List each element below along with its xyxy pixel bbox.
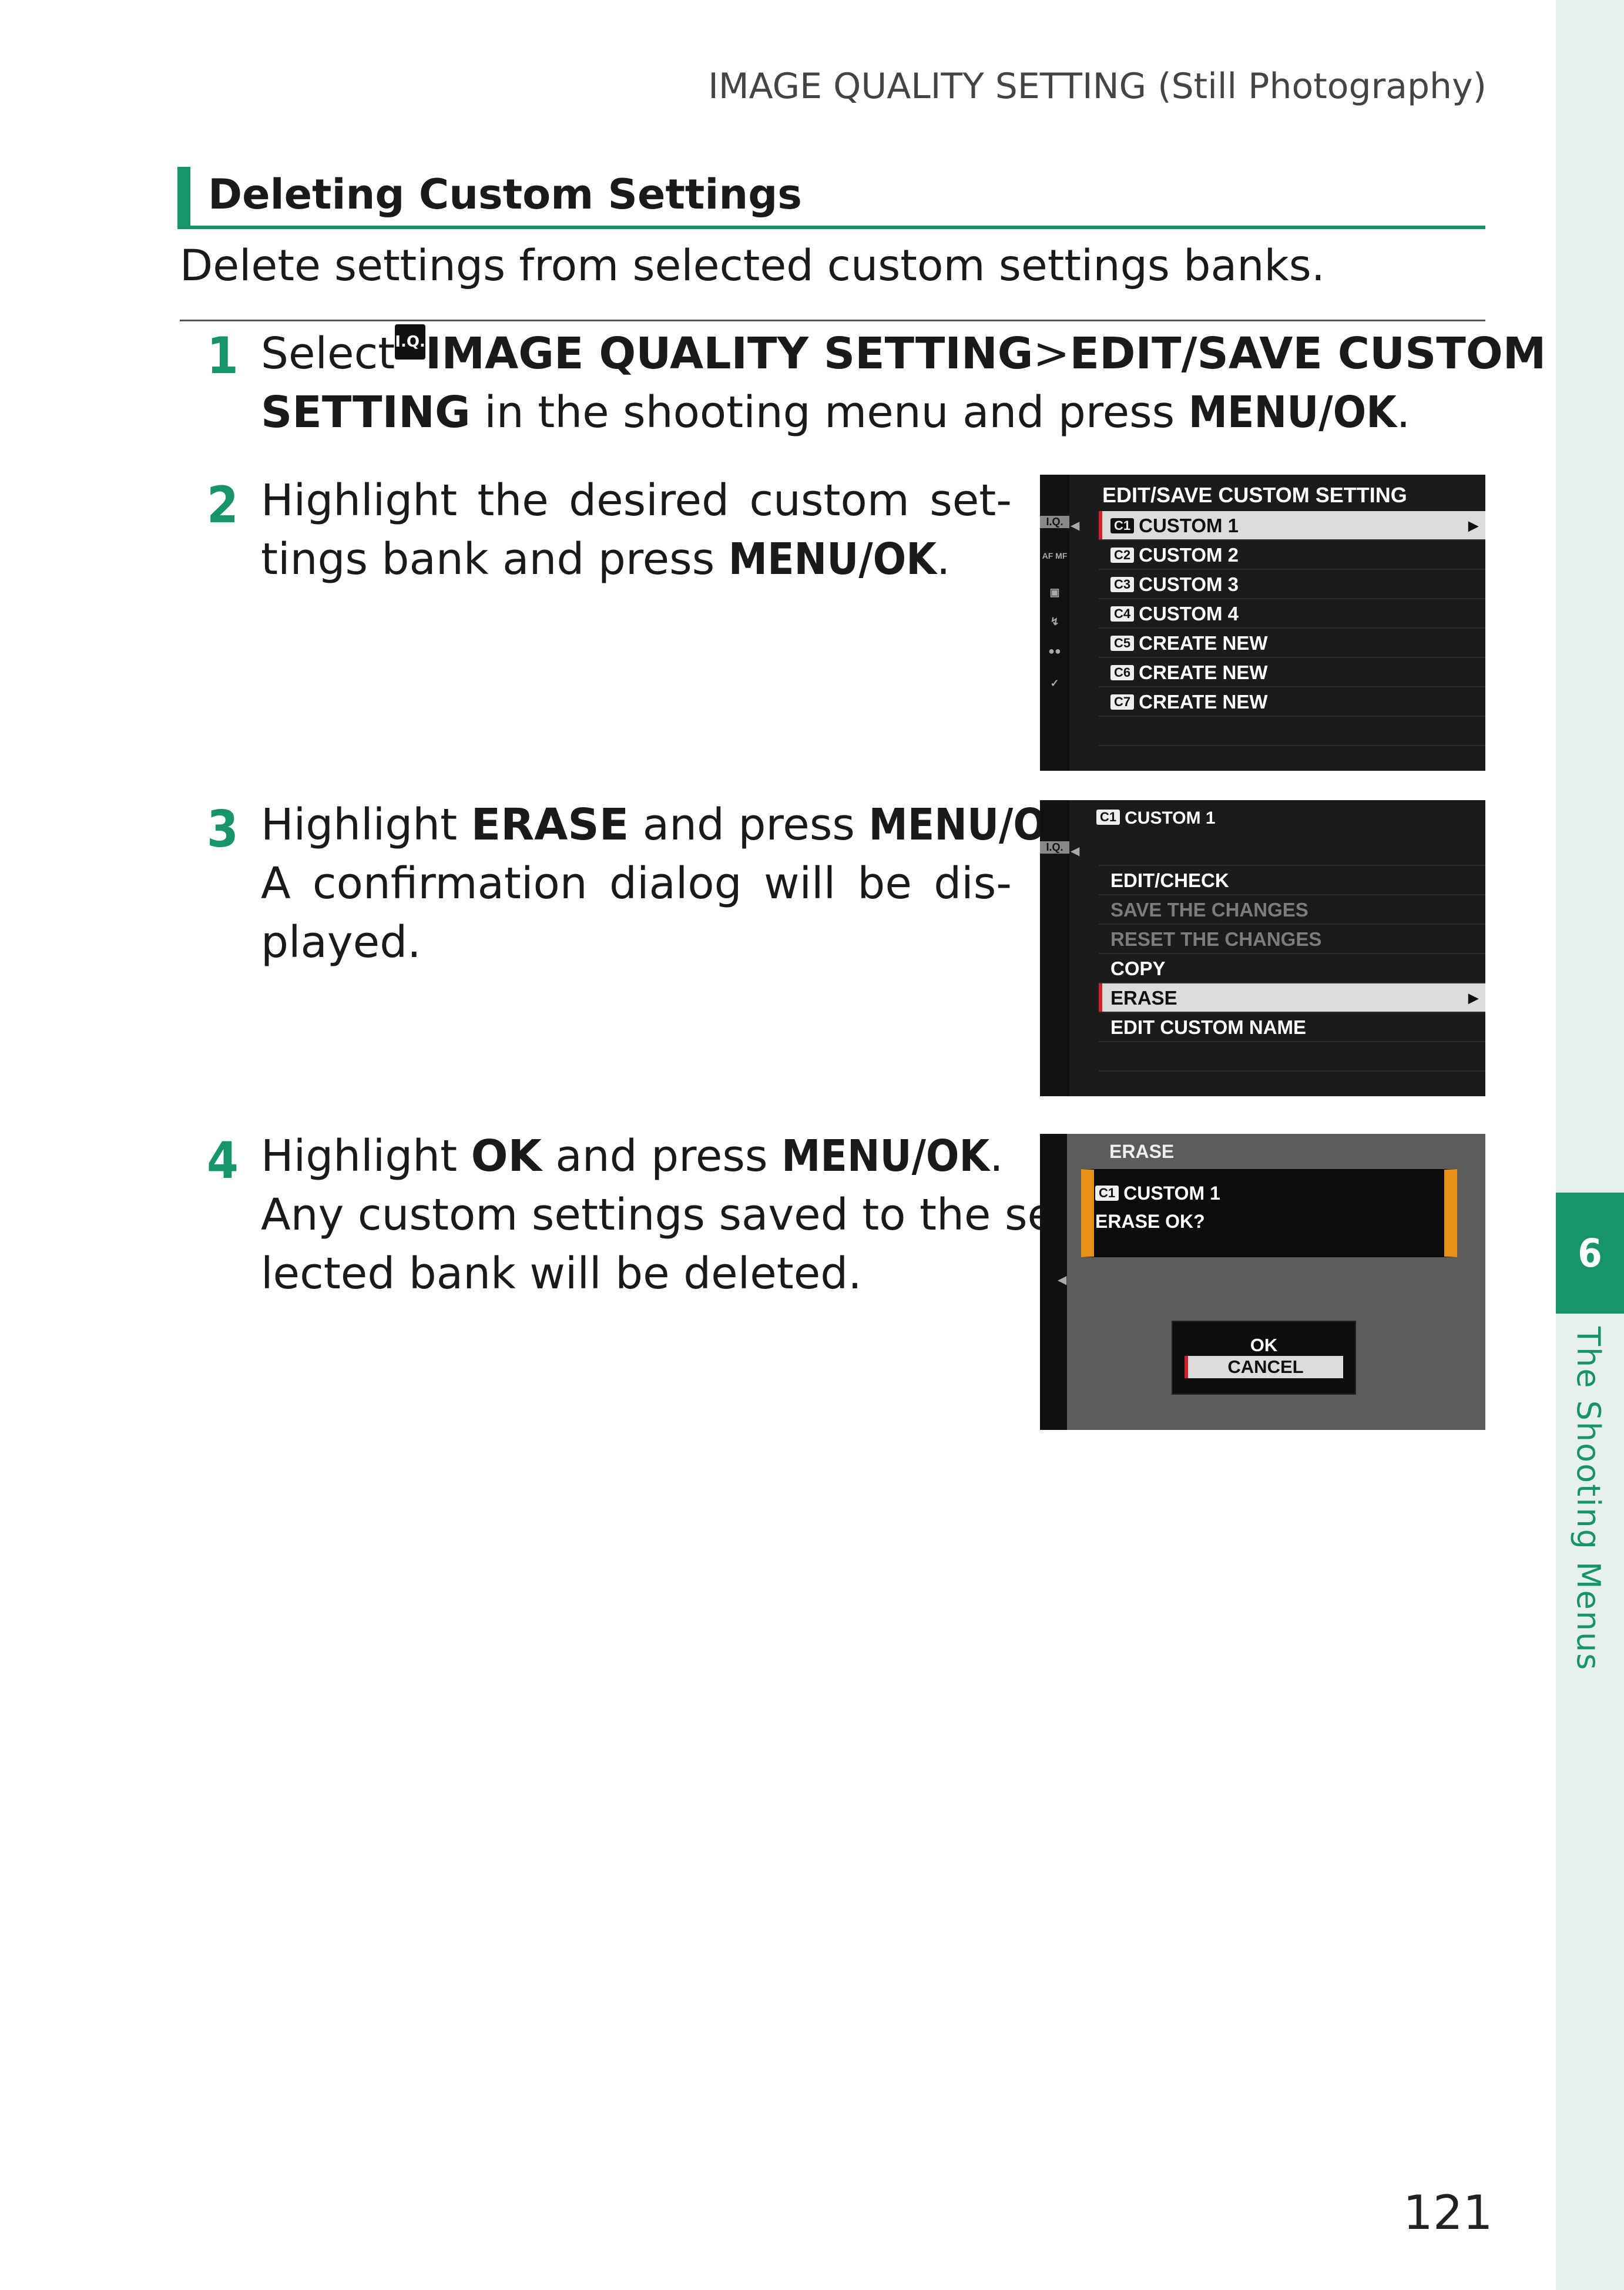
menu-row[interactable]: C6 CREATE NEW: [1099, 658, 1485, 687]
menu-row[interactable]: C7 CREATE NEW: [1099, 687, 1485, 717]
confirm-line-1: C1 CUSTOM 1: [1095, 1183, 1220, 1204]
ok-button[interactable]: OK: [1185, 1334, 1343, 1356]
menu-row[interactable]: EDIT CUSTOM NAME: [1099, 1013, 1485, 1042]
menu-row[interactable]: COPY: [1099, 954, 1485, 983]
image-quality-tab-icon: I.Q.: [1040, 516, 1069, 528]
step-3-text: Highlight ERASE and press MENU/OK. A con…: [261, 800, 1091, 968]
image-quality-tab-icon: I.Q.: [1040, 841, 1069, 854]
side-tab-strip: [1556, 0, 1624, 2290]
menu-row: SAVE THE CHANGES: [1099, 895, 1485, 925]
chapter-title: The Shooting Menus: [1570, 1327, 1607, 1671]
step-number: 1: [207, 327, 239, 385]
divider: [180, 320, 1485, 321]
screen-title: EDIT/SAVE CUSTOM SETTING: [1102, 483, 1407, 507]
right-arrow-icon: ▶: [1468, 990, 1478, 1005]
confirm-line-2: ERASE OK?: [1095, 1211, 1205, 1232]
running-head: IMAGE QUALITY SETTING (Still Photography…: [708, 66, 1487, 107]
camera-icon: ▣: [1049, 586, 1060, 598]
left-arrow-icon: ◀: [1058, 1272, 1067, 1287]
menu-ok-key: MENU/OK: [1188, 387, 1397, 438]
erase-confirm-box: C1 CUSTOM 1 ERASE OK?: [1081, 1169, 1457, 1257]
left-arrow-icon: ◀: [1071, 518, 1080, 532]
menu-row-empty: [1099, 717, 1485, 746]
dialog-title: ERASE: [1109, 1141, 1175, 1162]
chapter-number: 6: [1578, 1230, 1602, 1276]
ok-cancel-dialog: OK CANCEL: [1172, 1321, 1356, 1395]
menu-ok-key: MENU/OK: [728, 534, 937, 585]
menu-row[interactable]: C2 CUSTOM 2: [1099, 540, 1485, 570]
left-arrow-icon: ◀: [1071, 844, 1080, 858]
menu-row[interactable]: EDIT/CHECK: [1099, 866, 1485, 895]
section-marker-bar: [177, 167, 190, 229]
camera-screen-edit-save: I.Q. AF MF ▣ ↯ ●● ✓ ◀ EDIT/SAVE CUSTOM S…: [1040, 475, 1485, 771]
menu-row-empty: [1099, 837, 1485, 866]
chapter-number-block: 6: [1556, 1193, 1624, 1314]
right-arrow-icon: ▶: [1468, 518, 1478, 533]
section-underline: [177, 226, 1485, 229]
section-intro: Delete settings from selected custom set…: [180, 241, 1326, 291]
camera-screen-erase-dialog: ◀ ERASE C1 CUSTOM 1 ERASE OK? OK CANCEL: [1040, 1134, 1485, 1430]
section-title: Deleting Custom Settings: [208, 170, 802, 219]
menu-row[interactable]: C1 CUSTOM 1 ▶: [1099, 511, 1485, 540]
step-1-text: Select I.Q. IMAGE QUALITY SETTING > EDIT…: [261, 324, 1546, 442]
movie-icon: ●●: [1048, 645, 1061, 657]
step-number: 3: [207, 800, 239, 859]
menu-row[interactable]: C5 CREATE NEW: [1099, 629, 1485, 658]
step-number: 4: [207, 1131, 239, 1190]
step-4-text: Highlight OK and press MENU/OK. Any cust…: [261, 1131, 1070, 1299]
image-quality-icon: I.Q.: [395, 324, 425, 360]
menu-ok-key: MENU/OK: [781, 1131, 990, 1181]
af-mf-tab-icon: AF MF: [1042, 551, 1068, 560]
step-2-text: Highlight the desired custom set- tings …: [261, 475, 1012, 585]
menu-row: RESET THE CHANGES: [1099, 925, 1485, 954]
screen-title: C1 CUSTOM 1: [1096, 808, 1216, 828]
step-number: 2: [207, 476, 239, 535]
cancel-button[interactable]: CANCEL: [1185, 1356, 1343, 1378]
wrench-icon: ✓: [1050, 677, 1059, 689]
page-number: 121: [1403, 2185, 1493, 2240]
flash-icon: ↯: [1050, 616, 1059, 627]
camera-screen-custom-1: I.Q. ◀ C1 CUSTOM 1 EDIT/CHECK SAVE THE CH…: [1040, 800, 1485, 1096]
menu-row[interactable]: C3 CUSTOM 3: [1099, 570, 1485, 599]
menu-row[interactable]: C4 CUSTOM 4: [1099, 599, 1485, 629]
menu-row-empty: [1099, 1042, 1485, 1072]
menu-row[interactable]: ERASE ▶: [1099, 983, 1485, 1013]
